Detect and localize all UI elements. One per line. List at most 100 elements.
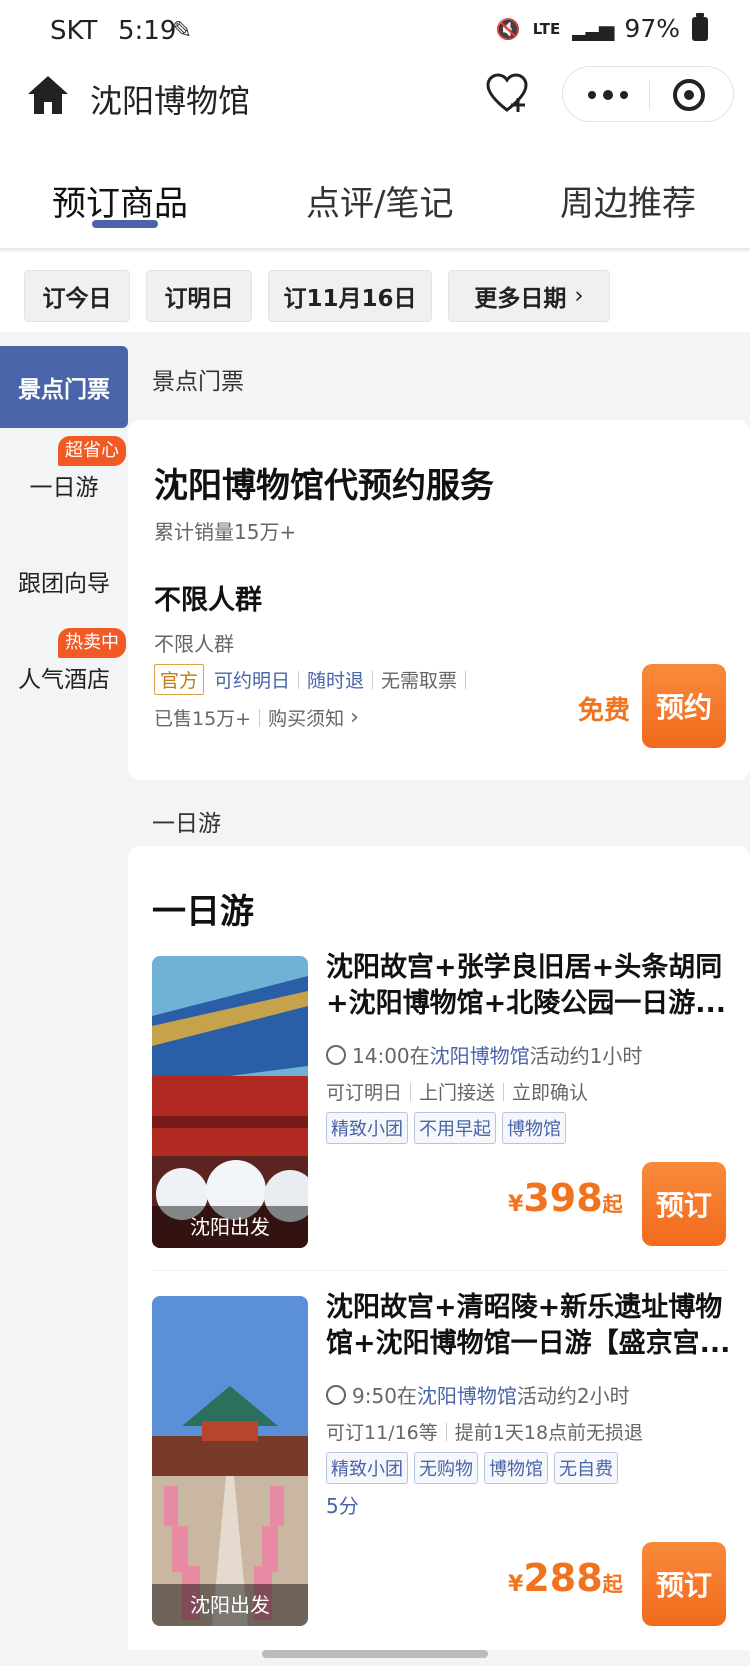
notification-icon: ✎ bbox=[172, 16, 193, 44]
date-chip-today[interactable]: 订今日 bbox=[24, 270, 130, 322]
network-label: LTE bbox=[532, 19, 561, 38]
tour-time-prefix: 9:50在 bbox=[352, 1384, 417, 1408]
close-miniprogram-icon[interactable] bbox=[673, 79, 705, 111]
tour-price: ¥ 398 起 bbox=[508, 1176, 623, 1220]
more-icon[interactable] bbox=[583, 81, 633, 109]
tour-tag: 博物馆 bbox=[484, 1452, 548, 1484]
sidebar-item-tickets[interactable]: 景点门票 bbox=[0, 346, 128, 428]
departure-label: 沈阳出发 bbox=[152, 1584, 308, 1626]
ticket-info-row: 已售15万+ 购买须知 › bbox=[154, 704, 359, 731]
tour-tag: 博物馆 bbox=[502, 1112, 566, 1144]
date-chip-nov16[interactable]: 订11月16日 bbox=[268, 270, 432, 322]
sidebar-item-guide[interactable]: 跟团向导 bbox=[0, 564, 128, 598]
tour-time-row: 14:00在 沈阳博物馆 活动约1小时 bbox=[326, 1040, 642, 1069]
day-tour-card: 一日游 沈阳出发 沈阳故宫+张学良旧居+头条胡同+沈阳博物馆+北陵公园一日游..… bbox=[128, 846, 750, 1650]
purchase-notice-link[interactable]: 购买须知 bbox=[268, 704, 344, 731]
sidebar-badge-day-tour: 超省心 bbox=[58, 436, 126, 466]
tour-time-suffix: 活动约1小时 bbox=[529, 1044, 643, 1068]
capsule-divider bbox=[649, 81, 650, 109]
tab-nearby[interactable]: 周边推荐 bbox=[560, 176, 696, 225]
price-suffix: 起 bbox=[602, 1192, 623, 1216]
ticket-tag: 无需取票 bbox=[381, 670, 458, 692]
tour-feature: 提前1天18点前无损退 bbox=[454, 1422, 644, 1444]
sidebar-item-day-tour[interactable]: 一日游 bbox=[0, 468, 128, 502]
ticket-product-name[interactable]: 不限人群 bbox=[154, 578, 262, 617]
signal-icon: ▂▃▅ bbox=[572, 16, 614, 41]
tour-feature: 上门接送 bbox=[419, 1082, 496, 1104]
ticket-tag-row: 官方 可约明日 随时退 无需取票 bbox=[154, 664, 474, 695]
tour-feature: 可订明日 bbox=[326, 1082, 403, 1104]
tour-thumbnail[interactable]: 沈阳出发 bbox=[152, 1296, 308, 1626]
tour-price: ¥ 288 起 bbox=[508, 1556, 623, 1600]
sidebar-badge-hotel: 热卖中 bbox=[58, 628, 126, 658]
carrier-label: SKT bbox=[50, 16, 98, 46]
chevron-right-icon: › bbox=[574, 283, 584, 309]
tour-time-prefix: 14:00在 bbox=[352, 1044, 430, 1068]
book-button[interactable]: 预订 bbox=[642, 1162, 726, 1246]
official-tag: 官方 bbox=[154, 664, 205, 695]
miniprogram-capsule bbox=[562, 66, 734, 122]
ticket-card-title: 沈阳博物馆代预约服务 bbox=[154, 466, 494, 506]
tour-tag: 精致小团 bbox=[326, 1112, 408, 1144]
book-button[interactable]: 预订 bbox=[642, 1542, 726, 1626]
ticket-card: 沈阳博物馆代预约服务 累计销量15万+ 不限人群 不限人群 官方 可约明日 随时… bbox=[128, 420, 750, 780]
tour-time-place[interactable]: 沈阳博物馆 bbox=[430, 1040, 530, 1069]
favorite-add-icon[interactable] bbox=[484, 70, 530, 116]
clock-icon bbox=[326, 1044, 346, 1065]
tour-tag: 精致小团 bbox=[326, 1452, 408, 1484]
header: 沈阳博物馆 bbox=[0, 62, 750, 132]
section-label-tickets: 景点门票 bbox=[152, 369, 244, 395]
tab-booking[interactable]: 预订商品 bbox=[52, 176, 188, 225]
tour-time-row: 9:50在 沈阳博物馆 活动约2小时 bbox=[326, 1380, 630, 1409]
tab-reviews[interactable]: 点评/笔记 bbox=[306, 176, 453, 225]
tour-tag: 不用早起 bbox=[414, 1112, 496, 1144]
tour-title[interactable]: 沈阳故宫+清昭陵+新乐遗址博物馆+沈阳博物馆一日游【盛京宫... bbox=[326, 1290, 736, 1362]
tour-feature-row: 可订明日 上门接送 立即确认 bbox=[326, 1078, 588, 1105]
currency-symbol: ¥ bbox=[508, 1572, 524, 1597]
tour-title[interactable]: 沈阳故宫+张学良旧居+头条胡同+沈阳博物馆+北陵公园一日游... bbox=[326, 950, 736, 1022]
tour-feature: 立即确认 bbox=[512, 1082, 589, 1104]
battery-icon bbox=[692, 12, 708, 41]
date-chip-tomorrow[interactable]: 订明日 bbox=[146, 270, 252, 322]
ticket-product-sub: 不限人群 bbox=[154, 632, 234, 656]
page: SKT 5:19 ✎ 🔇 LTE ▂▃▅ 97% 沈阳博物馆 预订商品 点评/笔… bbox=[0, 0, 750, 1666]
tour-tag: 无购物 bbox=[414, 1452, 478, 1484]
tour-time-suffix: 活动约2小时 bbox=[516, 1384, 630, 1408]
section-label-day-tours: 一日游 bbox=[152, 811, 221, 837]
battery-label: 97% bbox=[624, 14, 680, 43]
status-icons: 🔇 LTE ▂▃▅ 97% bbox=[496, 12, 708, 43]
tour-rating: 5分 bbox=[326, 1494, 359, 1518]
tour-thumbnail[interactable]: 沈阳出发 bbox=[152, 956, 308, 1248]
palace-image bbox=[152, 956, 308, 1248]
ticket-tag: 可约明日 bbox=[214, 670, 291, 692]
home-indicator bbox=[262, 1650, 488, 1658]
tour-feature: 可订11/16等 bbox=[326, 1422, 438, 1444]
page-title: 沈阳博物馆 bbox=[90, 82, 251, 120]
reserve-button[interactable]: 预约 bbox=[642, 664, 726, 748]
tab-active-indicator bbox=[92, 220, 158, 228]
departure-label: 沈阳出发 bbox=[152, 1206, 308, 1248]
tour-tag-row: 精致小团 无购物 博物馆 无自费 bbox=[326, 1452, 624, 1484]
ticket-price: 免费 bbox=[578, 696, 631, 726]
price-value: 398 bbox=[523, 1176, 603, 1220]
price-value: 288 bbox=[523, 1556, 603, 1600]
ticket-sold: 已售15万+ bbox=[154, 708, 252, 730]
tour-feature-row: 可订11/16等 提前1天18点前无损退 bbox=[326, 1418, 643, 1445]
sidebar-item-hotel[interactable]: 人气酒店 bbox=[0, 660, 128, 694]
date-selector: 订今日 订明日 订11月16日 更多日期 › bbox=[0, 252, 750, 332]
date-chip-more[interactable]: 更多日期 › bbox=[448, 270, 610, 322]
chevron-right-icon: › bbox=[350, 705, 359, 730]
tour-tag: 无自费 bbox=[554, 1452, 618, 1484]
price-suffix: 起 bbox=[602, 1572, 623, 1596]
category-sidebar: 景点门票 一日游 超省心 跟团向导 人气酒店 热卖中 bbox=[0, 346, 128, 1666]
ticket-tag: 随时退 bbox=[307, 670, 365, 692]
tour-tag-row: 精致小团 不用早起 博物馆 bbox=[326, 1112, 572, 1144]
ticket-sales-total: 累计销量15万+ bbox=[154, 520, 297, 544]
home-icon[interactable] bbox=[26, 74, 70, 116]
time-label: 5:19 bbox=[118, 16, 177, 46]
more-dates-label: 更多日期 bbox=[474, 286, 567, 312]
tour-time-place[interactable]: 沈阳博物馆 bbox=[417, 1380, 517, 1409]
clock-icon bbox=[326, 1384, 346, 1405]
tab-bar: 预订商品 点评/笔记 周边推荐 bbox=[0, 132, 750, 250]
item-divider bbox=[152, 1270, 726, 1271]
